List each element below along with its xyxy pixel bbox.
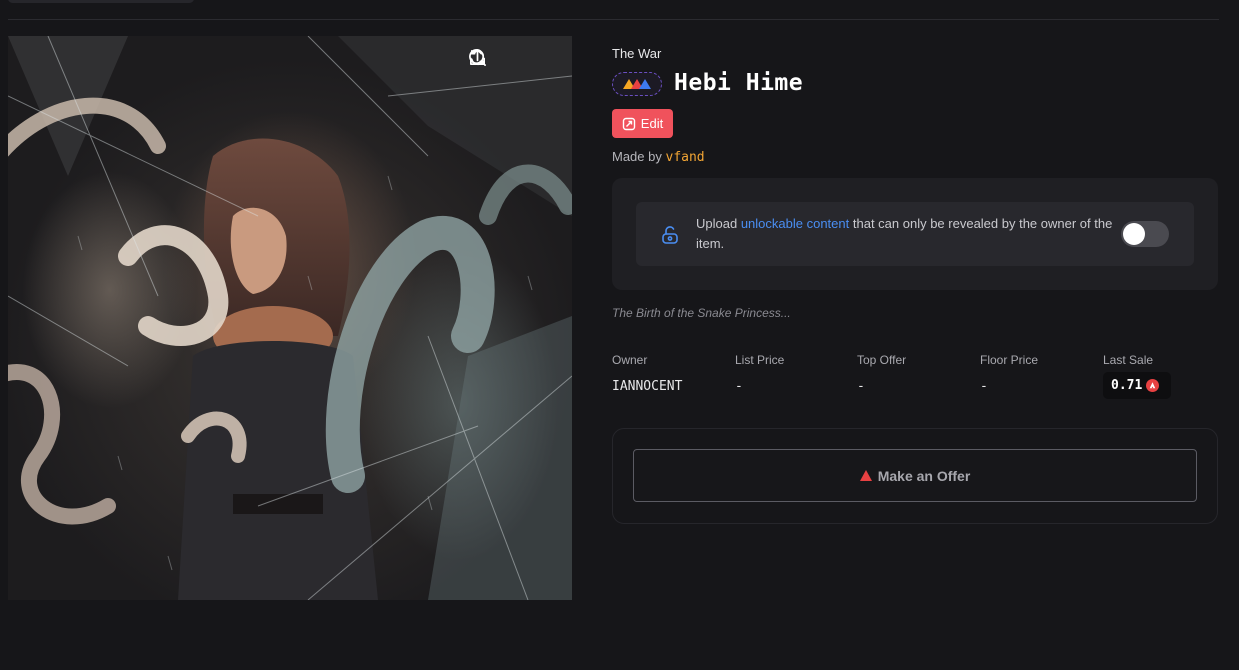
edit-button[interactable]: Edit — [612, 109, 673, 138]
top-offer-value: - — [857, 379, 865, 394]
stat-label: Last Sale — [1103, 353, 1154, 367]
stat-list-price: List Price - — [735, 353, 784, 394]
toggle-knob — [1123, 223, 1145, 245]
header-divider — [8, 19, 1219, 20]
made-by-label: Made by — [612, 149, 662, 164]
edit-icon — [622, 117, 635, 130]
unlockable-content-link[interactable]: unlockable content — [741, 216, 849, 231]
stat-top-offer: Top Offer - — [857, 353, 906, 394]
item-description: The Birth of the Snake Princess... — [612, 306, 791, 320]
multichain-logo-icon — [623, 79, 651, 89]
creator-link[interactable]: vfand — [666, 150, 705, 165]
collection-name[interactable]: The War — [612, 46, 661, 61]
nft-artwork — [8, 36, 572, 600]
make-offer-label: Make an Offer — [877, 467, 971, 484]
stat-label: Owner — [612, 353, 648, 367]
stat-owner: Owner IANNOCENT — [612, 353, 682, 394]
floor-price-value: - — [980, 379, 988, 394]
stat-last-sale: Last Sale 0.71 — [1103, 353, 1183, 403]
stat-label: List Price — [735, 353, 785, 367]
made-by: Made by vfand — [612, 149, 705, 165]
unlockable-text: Upload unlockable content that can only … — [696, 214, 1126, 254]
unlockable-prefix: Upload — [696, 216, 738, 231]
stat-label: Top Offer — [857, 353, 907, 367]
chain-badge — [612, 72, 662, 96]
offer-card: Make an Offer — [612, 428, 1218, 524]
stat-label: Floor Price — [980, 353, 1039, 367]
share-icon[interactable] — [469, 48, 556, 74]
unlockable-card: Upload unlockable content that can only … — [612, 178, 1218, 290]
edit-button-label: Edit — [640, 116, 664, 131]
item-title: Hebi Hime — [674, 70, 804, 96]
unlockable-toggle[interactable] — [1121, 221, 1169, 247]
last-sale-chip: 0.71 — [1103, 372, 1171, 399]
unlockable-row: Upload unlockable content that can only … — [636, 202, 1194, 266]
list-price-value: - — [735, 379, 743, 394]
stat-floor-price: Floor Price - — [980, 353, 1038, 394]
owner-value[interactable]: IANNOCENT — [612, 379, 682, 394]
last-sale-value: 0.71 — [1111, 378, 1143, 393]
top-tab[interactable] — [8, 0, 194, 3]
unlock-icon — [662, 226, 678, 244]
make-offer-button[interactable]: Make an Offer — [633, 449, 1197, 502]
artwork-illustration — [8, 36, 572, 600]
avax-triangle-icon — [859, 470, 872, 481]
search-icon[interactable] — [469, 48, 522, 74]
stats-row: Owner IANNOCENT List Price - Top Offer -… — [612, 353, 1218, 403]
avax-icon — [1146, 379, 1160, 392]
